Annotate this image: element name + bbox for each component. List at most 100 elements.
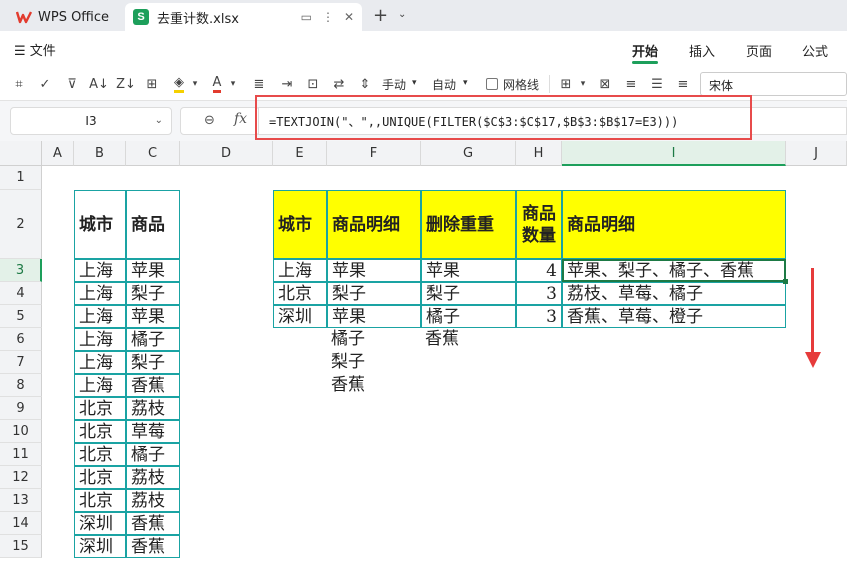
source-cell-city[interactable]: 北京 [74, 466, 126, 489]
source-cell-city[interactable]: 上海 [74, 282, 126, 305]
border-icon[interactable]: ⊞ [143, 75, 161, 93]
file-menu[interactable]: ☰ 文件 [14, 40, 56, 59]
source-cell-product[interactable]: 香蕉 [126, 535, 180, 558]
row-header-2[interactable]: 2 [0, 190, 42, 259]
result-cell-city[interactable]: 北京 [273, 282, 327, 305]
result-cell-joined[interactable]: 香蕉、草莓、橙子 [562, 305, 786, 328]
merge-icon[interactable]: ⊡ [304, 75, 322, 93]
source-cell-product[interactable]: 荔枝 [126, 489, 180, 512]
select-all-corner[interactable] [0, 141, 42, 166]
chevron-down-icon[interactable]: ⌄ [155, 108, 163, 134]
row-header-10[interactable]: 10 [0, 420, 42, 443]
column-header-i[interactable]: I [562, 141, 786, 166]
row-height-icon[interactable]: ⇕ [356, 75, 374, 93]
row-header-1[interactable]: 1 [0, 166, 42, 190]
source-cell-product[interactable]: 苹果 [126, 259, 180, 282]
column-header-a[interactable]: A [42, 141, 74, 166]
zoom-icon[interactable]: ⊖ [204, 113, 215, 128]
row-header-6[interactable]: 6 [0, 328, 42, 351]
source-cell-product[interactable]: 橘子 [126, 328, 180, 351]
result-header-detail-joined[interactable]: 商品明细 [562, 190, 786, 259]
number-format-icon[interactable]: ⌗ [10, 75, 28, 93]
column-header-b[interactable]: B [74, 141, 126, 166]
source-header-city[interactable]: 城市 [74, 190, 126, 259]
manual-dropdown-icon[interactable]: ▾ [412, 78, 417, 88]
auto-dropdown-icon[interactable]: ▾ [463, 78, 468, 88]
source-cell-product[interactable]: 苹果 [126, 305, 180, 328]
tab-wps-office[interactable]: WPS Office [8, 3, 120, 31]
result-cell-joined[interactable]: 荔枝、草莓、橘子 [562, 282, 786, 305]
source-cell-city[interactable]: 深圳 [74, 512, 126, 535]
row-header-11[interactable]: 11 [0, 443, 42, 466]
column-header-h[interactable]: H [516, 141, 562, 166]
gridlines-checkbox[interactable] [486, 78, 498, 90]
fx-icon[interactable]: fx [234, 111, 247, 127]
monitor-icon[interactable]: ▭ [301, 10, 312, 24]
result-cell-dedup[interactable]: 梨子 [421, 282, 516, 305]
manual-button[interactable]: 手动 [382, 76, 406, 93]
table-style-dropdown-icon[interactable]: ▾ [574, 75, 592, 93]
spill-cell-dedup[interactable]: 香蕉 [421, 328, 516, 351]
source-cell-city[interactable]: 上海 [74, 259, 126, 282]
row-header-3[interactable]: 3 [0, 259, 42, 282]
sort-descending-icon[interactable]: Z↓ [116, 75, 136, 93]
row-header-15[interactable]: 15 [0, 535, 42, 558]
ribbon-tab-insert[interactable]: 插入 [689, 41, 715, 60]
source-cell-city[interactable]: 上海 [74, 374, 126, 397]
ribbon-tab-formula[interactable]: 公式 [802, 41, 828, 60]
sort-ascending-icon[interactable]: A↓ [89, 75, 109, 93]
source-cell-city[interactable]: 上海 [74, 328, 126, 351]
column-header-j[interactable]: J [786, 141, 847, 166]
source-cell-product[interactable]: 荔枝 [126, 397, 180, 420]
clear-format-icon[interactable]: ⊠ [596, 75, 614, 93]
source-cell-city[interactable]: 北京 [74, 397, 126, 420]
row-header-4[interactable]: 4 [0, 282, 42, 305]
result-cell-qty[interactable]: 3 [516, 305, 562, 328]
result-cell-detail[interactable]: 苹果 [327, 305, 421, 328]
source-cell-product[interactable]: 草莓 [126, 420, 180, 443]
new-tab-icon[interactable]: + [373, 5, 388, 26]
source-cell-product[interactable]: 香蕉 [126, 512, 180, 535]
source-cell-city[interactable]: 北京 [74, 489, 126, 512]
ribbon-tab-home[interactable]: 开始 [632, 41, 658, 60]
tab-file[interactable]: S 去重计数.xlsx ▭ ⋮ ✕ [125, 3, 362, 31]
chevron-down-icon[interactable]: ⌄ [398, 9, 406, 20]
ribbon-tab-page[interactable]: 页面 [746, 41, 772, 60]
source-cell-city[interactable]: 上海 [74, 351, 126, 374]
row-header-13[interactable]: 13 [0, 489, 42, 512]
font-name-select[interactable]: 宋体 [700, 72, 847, 96]
result-cell-detail[interactable]: 梨子 [327, 282, 421, 305]
result-header-qty[interactable]: 商品 数量 [516, 190, 562, 259]
indent-icon[interactable]: ≣ [250, 75, 268, 93]
table-style-icon[interactable]: ⊞ [557, 75, 575, 93]
fill-handle[interactable] [783, 279, 788, 284]
align-right-icon[interactable]: ≡ [674, 75, 692, 93]
row-header-8[interactable]: 8 [0, 374, 42, 397]
column-header-e[interactable]: E [273, 141, 327, 166]
convert-icon[interactable]: ⇄ [330, 75, 348, 93]
row-header-12[interactable]: 12 [0, 466, 42, 489]
close-icon[interactable]: ✕ [344, 10, 354, 24]
source-cell-product[interactable]: 荔枝 [126, 466, 180, 489]
source-header-product[interactable]: 商品 [126, 190, 180, 259]
row-header-9[interactable]: 9 [0, 397, 42, 420]
result-cell-dedup[interactable]: 苹果 [421, 259, 516, 282]
source-cell-city[interactable]: 北京 [74, 443, 126, 466]
source-cell-product[interactable]: 香蕉 [126, 374, 180, 397]
filter-icon[interactable]: ⊽ [63, 75, 81, 93]
source-cell-city[interactable]: 北京 [74, 420, 126, 443]
spill-cell-detail[interactable]: 橘子 [327, 328, 421, 351]
source-cell-product[interactable]: 梨子 [126, 351, 180, 374]
clipboard-check-icon[interactable]: ✓ [36, 75, 54, 93]
spill-cell-detail[interactable]: 梨子 [327, 351, 421, 374]
row-header-5[interactable]: 5 [0, 305, 42, 328]
result-cell-city[interactable]: 深圳 [273, 305, 327, 328]
align-left-icon[interactable]: ≡ [622, 75, 640, 93]
result-header-detail[interactable]: 商品明细 [327, 190, 421, 259]
source-cell-product[interactable]: 橘子 [126, 443, 180, 466]
result-header-city[interactable]: 城市 [273, 190, 327, 259]
result-header-dedup[interactable]: 删除重重 [421, 190, 516, 259]
row-header-14[interactable]: 14 [0, 512, 42, 535]
column-header-c[interactable]: C [126, 141, 180, 166]
source-cell-city[interactable]: 上海 [74, 305, 126, 328]
